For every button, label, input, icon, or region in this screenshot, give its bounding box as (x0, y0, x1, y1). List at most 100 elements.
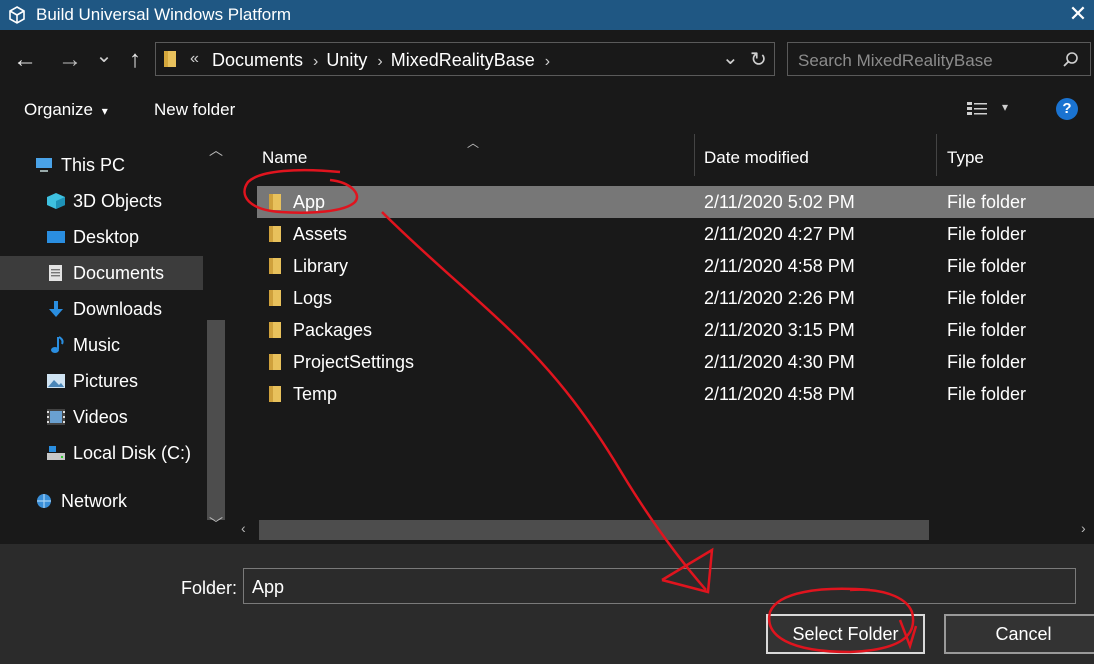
breadcrumb-item-documents[interactable]: Documents (212, 50, 303, 70)
select-folder-button[interactable]: Select Folder (766, 614, 925, 654)
sidebar-item-local-disk[interactable]: Local Disk (C:) (0, 436, 203, 470)
sidebar-item-downloads[interactable]: Downloads (0, 292, 203, 326)
file-row-logs[interactable]: Logs 2/11/2020 2:26 PM File folder (257, 282, 1094, 314)
chevron-right-icon: › (544, 53, 551, 70)
file-date: 2/11/2020 3:15 PM (704, 320, 855, 340)
file-type: File folder (947, 320, 1027, 340)
sidebar-item-pictures[interactable]: Pictures (0, 364, 203, 398)
file-name: Packages (293, 320, 373, 340)
cube-icon (47, 193, 65, 209)
breadcrumb-item-unity[interactable]: Unity (326, 50, 367, 70)
file-date: 2/11/2020 4:58 PM (704, 256, 855, 276)
breadcrumb-item-mixedrealitybase[interactable]: MixedRealityBase (391, 50, 535, 70)
computer-icon (36, 158, 52, 172)
column-header-date-modified[interactable]: Date modified (704, 148, 809, 168)
file-list: ︿ Name Date modified Type App 2/11/2020 … (231, 134, 1094, 518)
organize-menu-button[interactable]: Organize ▾ (24, 100, 108, 120)
refresh-button[interactable]: ↻ (750, 47, 767, 72)
sidebar-item-music[interactable]: Music (0, 328, 203, 362)
chevron-right-icon: › (313, 53, 319, 70)
folder-icon (269, 386, 281, 402)
file-row-library[interactable]: Library 2/11/2020 4:58 PM File folder (257, 250, 1094, 282)
new-folder-button[interactable]: New folder (154, 100, 235, 120)
sidebar-item-label: Videos (73, 407, 128, 427)
window-title: Build Universal Windows Platform (36, 5, 292, 24)
file-name: Library (293, 256, 349, 276)
folder-icon (269, 226, 281, 242)
sort-ascending-icon: ︿ (467, 136, 480, 150)
sidebar-item-network[interactable]: Network (0, 484, 203, 518)
sidebar-item-label: Network (61, 491, 128, 511)
documents-icon (49, 265, 62, 281)
sidebar-item-documents[interactable]: Documents (0, 256, 203, 290)
close-button[interactable]: ✕ (1066, 2, 1090, 26)
folder-icon (269, 354, 281, 370)
column-divider[interactable] (936, 134, 937, 176)
column-header-type[interactable]: Type (947, 148, 984, 168)
folder-input[interactable] (250, 573, 1054, 601)
file-name: Assets (293, 224, 348, 244)
chevron-right-icon[interactable]: › (1081, 520, 1086, 536)
file-date: 2/11/2020 5:02 PM (704, 192, 855, 212)
help-button[interactable]: ? (1056, 98, 1078, 120)
recent-locations-button[interactable]: ⌄ (94, 42, 114, 70)
sidebar-item-this-pc[interactable]: This PC (0, 148, 203, 182)
caret-down-icon: ▾ (101, 104, 108, 118)
folder-icon (269, 322, 281, 338)
back-button[interactable]: ← (12, 46, 38, 74)
file-row-app[interactable]: App 2/11/2020 5:02 PM File folder (257, 186, 1094, 218)
folder-field[interactable] (243, 568, 1076, 604)
cancel-button[interactable]: Cancel (944, 614, 1094, 654)
network-icon (37, 494, 51, 508)
file-type: File folder (947, 192, 1027, 212)
search-icon[interactable] (1062, 51, 1080, 69)
column-header-name[interactable]: Name (262, 148, 307, 168)
music-icon (51, 336, 64, 353)
scrollbar-thumb[interactable] (259, 520, 929, 540)
dialog-footer (0, 544, 1094, 664)
title-bar: Build Universal Windows Platform ✕ (0, 0, 1094, 30)
download-icon (49, 301, 63, 317)
sidebar-item-3d-objects[interactable]: 3D Objects (0, 184, 203, 218)
navigation-pane: This PC 3D Objects Desktop Documents Dow… (0, 134, 203, 544)
column-divider[interactable] (694, 134, 695, 176)
sidebar-item-videos[interactable]: Videos (0, 400, 203, 434)
file-row-projectsettings[interactable]: ProjectSettings 2/11/2020 4:30 PM File f… (257, 346, 1094, 378)
sidebar-item-label: 3D Objects (73, 191, 163, 211)
search-input[interactable]: Search MixedRealityBase (798, 51, 993, 71)
command-bar: Organize ▾ New folder ▾ ? (0, 86, 1094, 134)
view-dropdown-button[interactable]: ▾ (1002, 100, 1008, 114)
chevron-right-icon: › (377, 53, 383, 70)
breadcrumb: Documents › Unity › MixedRealityBase › (212, 50, 558, 71)
address-dropdown-button[interactable]: ⌄ (722, 45, 739, 70)
view-options-icon[interactable] (966, 100, 988, 118)
chevron-down-icon[interactable]: ﹀ (209, 514, 223, 534)
file-date: 2/11/2020 4:58 PM (704, 384, 855, 404)
file-type: File folder (947, 256, 1027, 276)
chevron-up-icon[interactable]: ︿ (209, 140, 223, 160)
file-row-assets[interactable]: Assets 2/11/2020 4:27 PM File folder (257, 218, 1094, 250)
sidebar-item-label: Pictures (73, 371, 139, 391)
search-box[interactable]: Search MixedRealityBase (787, 42, 1091, 76)
organize-label: Organize (24, 100, 93, 119)
pictures-icon (47, 374, 65, 388)
scrollbar-thumb[interactable] (207, 320, 225, 520)
file-row-temp[interactable]: Temp 2/11/2020 4:58 PM File folder (257, 378, 1094, 410)
chevron-left-icon[interactable]: ‹ (241, 520, 246, 536)
sidebar-item-label: This PC (61, 155, 126, 175)
file-row-packages[interactable]: Packages 2/11/2020 3:15 PM File folder (257, 314, 1094, 346)
sidebar-item-label: Documents (73, 263, 165, 283)
sidebar-item-desktop[interactable]: Desktop (0, 220, 203, 254)
unity-logo-icon (9, 6, 25, 24)
forward-button[interactable]: → (57, 46, 83, 74)
address-bar[interactable]: « Documents › Unity › MixedRealityBase › ⌄ ↻ (155, 42, 775, 76)
breadcrumb-overflow-icon[interactable]: « (190, 50, 199, 68)
folder-icon (164, 51, 176, 67)
sidebar-item-label: Downloads (73, 299, 163, 319)
navigation-scrollbar[interactable]: ︿ ﹀ (203, 134, 229, 544)
up-button[interactable]: ↑ (122, 46, 148, 74)
file-name: App (293, 192, 326, 212)
file-name: Logs (293, 288, 333, 308)
folder-icon (269, 194, 281, 210)
horizontal-scrollbar[interactable]: ‹ › (231, 518, 1094, 542)
